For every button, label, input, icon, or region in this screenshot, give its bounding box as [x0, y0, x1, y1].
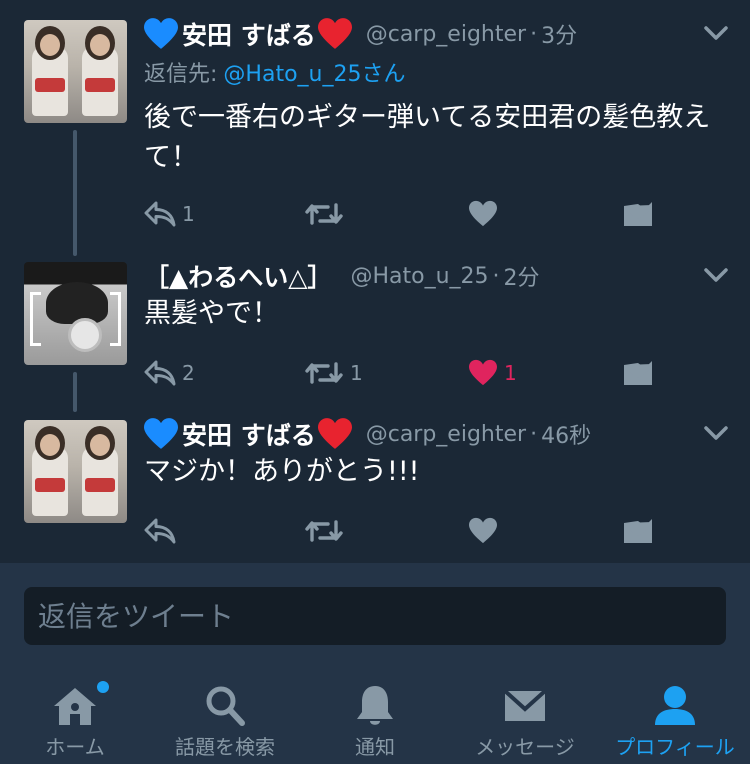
tweet[interactable]: 安田 すばる @carp_eighter · 3分 返信先: @Hato_u_25…	[0, 0, 750, 256]
tab-label: メッセージ	[475, 735, 575, 759]
search-icon	[206, 686, 245, 726]
conversation-thread: 安田 すばる @carp_eighter · 3分 返信先: @Hato_u_25…	[0, 0, 750, 563]
retweet-button[interactable]	[304, 514, 350, 548]
reply-button[interactable]: 1	[144, 197, 195, 231]
timestamp[interactable]: 46秒	[541, 418, 591, 450]
reply-icon	[144, 518, 176, 544]
retweet-icon	[304, 201, 344, 227]
tab-home[interactable]: ホーム	[0, 673, 150, 764]
timestamp[interactable]: 3分	[541, 18, 577, 50]
tweet-header: ［▲わるへい△］ @Hato_u_25 · 2分	[144, 256, 540, 296]
envelope-icon	[622, 200, 654, 228]
reply-button[interactable]	[144, 514, 182, 548]
tab-notifications[interactable]: 通知	[300, 673, 450, 764]
home-icon	[54, 688, 96, 725]
tweet-actions	[144, 514, 664, 548]
reply-icon	[144, 201, 176, 227]
reply-to-mention[interactable]: @Hato_u_25さん	[223, 62, 405, 87]
handle[interactable]: @carp_eighter	[366, 22, 526, 47]
tweet-actions: 2 1 1	[144, 356, 664, 390]
tab-label: ホーム	[45, 735, 105, 759]
avatar[interactable]	[24, 20, 127, 123]
tweet-actions: 1	[144, 197, 664, 231]
tweet-header: 安田 すばる @carp_eighter · 46秒	[144, 414, 591, 454]
bell-icon	[357, 686, 393, 725]
tweet-text: 後で一番右のギター弾いてる安田君の髪色教えて！	[144, 102, 711, 173]
separator: ·	[492, 263, 500, 289]
display-name[interactable]: 安田 すばる	[182, 16, 316, 52]
thread-connector	[73, 130, 77, 256]
blue-heart-icon	[144, 17, 178, 51]
red-heart-icon	[318, 417, 352, 451]
thread-connector	[73, 372, 77, 412]
chevron-down-icon[interactable]	[703, 24, 729, 42]
chevron-down-icon[interactable]	[703, 424, 729, 442]
retweet-button[interactable]: 1	[304, 356, 363, 390]
direct-message-button[interactable]	[622, 356, 654, 390]
heart-icon	[468, 200, 498, 228]
like-button[interactable]	[468, 514, 504, 548]
envelope-icon	[503, 689, 547, 721]
display-name[interactable]: ［▲わるへい△］	[144, 258, 332, 294]
heart-icon	[468, 359, 498, 387]
notification-dot	[97, 681, 109, 693]
tab-search[interactable]: 話題を検索	[150, 673, 300, 764]
retweet-button[interactable]	[304, 197, 350, 231]
reply-input[interactable]	[24, 587, 712, 645]
like-button[interactable]	[468, 197, 504, 231]
red-heart-icon	[318, 17, 352, 51]
tweet[interactable]: 安田 すばる @carp_eighter · 46秒 マジか！ありがとう!!!	[0, 410, 750, 563]
tab-label: 通知	[355, 735, 395, 759]
retweet-icon	[304, 518, 344, 544]
like-count: 1	[504, 361, 517, 385]
reply-to-label: 返信先:	[144, 62, 218, 87]
like-button[interactable]: 1	[468, 356, 517, 390]
reply-count: 1	[182, 202, 195, 226]
display-name[interactable]: 安田 すばる	[182, 416, 316, 452]
tweet-text: マジか！ありがとう!!!	[144, 456, 420, 487]
tab-label: プロフィール	[615, 735, 735, 759]
tab-profile[interactable]: プロフィール	[600, 673, 750, 764]
envelope-icon	[622, 359, 654, 387]
separator: ·	[530, 21, 538, 47]
timestamp[interactable]: 2分	[504, 260, 540, 292]
handle[interactable]: @carp_eighter	[366, 422, 526, 447]
tab-label: 話題を検索	[175, 735, 275, 759]
tweet-header: 安田 すばる @carp_eighter · 3分	[144, 14, 577, 54]
tweet[interactable]: ［▲わるへい△］ @Hato_u_25 · 2分 黒髪やで！ 2 1 1	[0, 250, 750, 410]
reply-button[interactable]: 2	[144, 356, 195, 390]
retweet-count: 1	[350, 361, 363, 385]
reply-count: 2	[182, 361, 195, 385]
direct-message-button[interactable]	[622, 514, 654, 548]
profile-icon	[655, 686, 695, 725]
blue-heart-icon	[144, 417, 178, 451]
reply-to: 返信先: @Hato_u_25さん	[144, 56, 405, 88]
direct-message-button[interactable]	[622, 197, 654, 231]
separator: ·	[530, 421, 538, 447]
heart-icon	[468, 517, 498, 545]
reply-input-box[interactable]	[24, 587, 726, 645]
tweet-text: 黒髪やで！	[144, 298, 279, 329]
chevron-down-icon[interactable]	[703, 266, 729, 284]
bottom-tab-bar: ホーム 話題を検索 通知 メッセージ プロフィール	[0, 673, 750, 764]
avatar[interactable]	[24, 262, 127, 365]
reply-composer	[0, 563, 750, 673]
avatar[interactable]	[24, 420, 127, 523]
reply-icon	[144, 360, 176, 386]
handle[interactable]: @Hato_u_25	[350, 264, 488, 289]
retweet-icon	[304, 360, 344, 386]
envelope-icon	[622, 517, 654, 545]
tab-messages[interactable]: メッセージ	[450, 673, 600, 764]
